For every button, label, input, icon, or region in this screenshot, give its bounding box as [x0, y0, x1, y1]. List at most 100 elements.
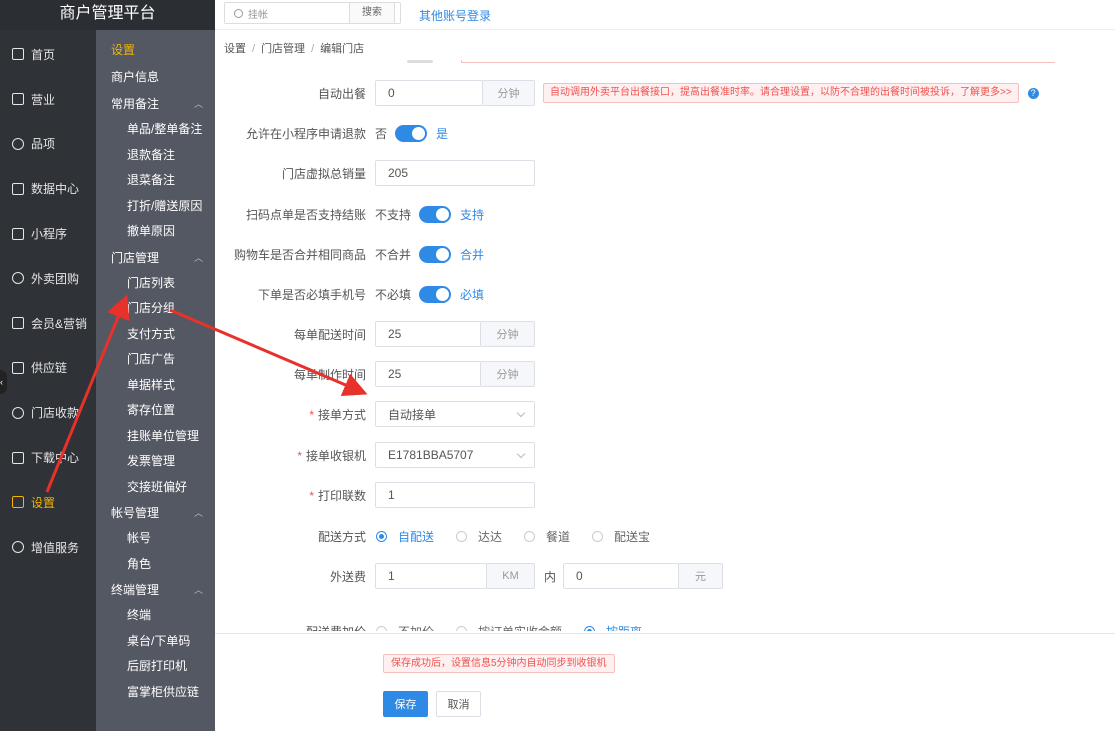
breadcrumb-item[interactable]: 设置: [224, 43, 246, 55]
accept-cashier-value: E1781BBA5707: [388, 448, 474, 462]
truck-icon: [12, 361, 24, 374]
save-button[interactable]: 保存: [383, 691, 428, 717]
sub-nav-item[interactable]: 帐号: [96, 526, 215, 552]
other-account-login-link[interactable]: 其他账号登录: [419, 7, 491, 24]
sub-nav-item[interactable]: 单品/整单备注: [96, 117, 215, 143]
cancel-button[interactable]: 取消: [436, 691, 481, 717]
radio-dot[interactable]: [456, 625, 468, 631]
gear-icon: [12, 496, 24, 509]
sub-nav-item[interactable]: 门店分组: [96, 296, 215, 322]
collapse-icon[interactable]: ‹: [0, 370, 7, 394]
sub-nav-item[interactable]: 单据样式: [96, 373, 215, 399]
calendar-icon: [12, 93, 24, 106]
virtual-sales-input[interactable]: 205: [375, 160, 535, 186]
auto-serve-unit: 分钟: [483, 80, 535, 106]
radio-dot[interactable]: [524, 530, 536, 542]
sub-nav-item[interactable]: 打折/赠送原因: [96, 194, 215, 220]
phone-required-off-label: 不必填: [375, 287, 412, 302]
sub-nav-item[interactable]: 角色: [96, 552, 215, 578]
merge-cart-off-label: 不合并: [375, 247, 412, 262]
sub-nav-merchant-info[interactable]: 商户信息: [96, 63, 215, 91]
nav-item[interactable]: 会员&营销: [0, 301, 96, 346]
scan-checkout-switch[interactable]: 不支持 支持: [375, 205, 484, 223]
auto-serve-input[interactable]: 0: [375, 80, 483, 106]
fee-markup-label: 配送费加价: [215, 623, 375, 632]
required-mark: *: [309, 407, 314, 422]
nav-item[interactable]: 门店收款: [0, 390, 96, 435]
auto-serve-warning[interactable]: 自动调用外卖平台出餐接口，提高出餐准时率。请合理设置，以防不合理的出餐时间被投诉…: [543, 83, 1019, 103]
radio-option[interactable]: 按订单实收金额: [456, 623, 562, 631]
sub-nav-group-title[interactable]: 常用备注 ︿: [96, 91, 215, 117]
accept-cashier-label-wrap: * 接单收银机: [215, 447, 375, 464]
sub-nav-item[interactable]: 桌台/下单码: [96, 629, 215, 655]
sub-nav-group-title[interactable]: 终端管理 ︿: [96, 577, 215, 603]
nav-item[interactable]: 供应链: [0, 346, 96, 391]
scan-checkout-label: 扫码点单是否支持结账: [245, 207, 366, 222]
nav-item-label: 会员&营销: [31, 316, 88, 331]
merge-cart-switch[interactable]: 不合并 合并: [375, 245, 484, 263]
toggle-switch[interactable]: [395, 124, 428, 142]
delivery-time-input[interactable]: 25: [375, 321, 481, 347]
radio-option[interactable]: 不加价: [376, 623, 434, 631]
toggle-switch[interactable]: [419, 205, 452, 223]
nav-item[interactable]: 下载中心: [0, 435, 96, 480]
nav-item[interactable]: 数据中心: [0, 166, 96, 211]
radio-dot[interactable]: [376, 625, 387, 631]
sub-nav-item[interactable]: 门店广告: [96, 347, 215, 373]
nav-item[interactable]: 首页: [0, 32, 96, 77]
radio-option[interactable]: 配送宝: [592, 528, 650, 545]
sub-nav-item[interactable]: 撤单原因: [96, 219, 215, 245]
radio-dot[interactable]: [376, 530, 387, 542]
nav-item-label: 供应链: [31, 361, 68, 376]
sub-nav-item[interactable]: 后厨打印机: [96, 654, 215, 680]
sub-nav-item[interactable]: 门店列表: [96, 271, 215, 297]
merge-cart-row: 购物车是否合并相同商品 不合并 合并: [215, 241, 1115, 267]
accept-cashier-label: 接单收银机: [305, 448, 366, 463]
breadcrumb-item[interactable]: 门店管理: [261, 43, 305, 55]
accept-mode-select[interactable]: 自动接单: [375, 401, 535, 427]
phone-required-switch[interactable]: 不必填 必填: [375, 285, 484, 303]
sub-nav-item[interactable]: 寄存位置: [96, 398, 215, 424]
sub-nav-item[interactable]: 富掌柜供应链: [96, 680, 215, 706]
radio-option[interactable]: 按距离: [584, 623, 642, 632]
radio-option[interactable]: 餐道: [524, 528, 570, 545]
search-button[interactable]: 搜索: [349, 2, 395, 24]
delivery-distance-input[interactable]: 1: [375, 563, 487, 589]
toggle-switch[interactable]: [419, 285, 452, 303]
print-copies-input[interactable]: 1: [375, 482, 535, 508]
sub-nav-item[interactable]: 终端: [96, 603, 215, 629]
sub-nav-item[interactable]: 挂账单位管理: [96, 424, 215, 450]
radio-option[interactable]: 自配送: [376, 528, 434, 545]
sub-nav-item[interactable]: 交接班偏好: [96, 475, 215, 501]
help-icon[interactable]: ?: [1027, 87, 1039, 99]
sub-nav-group-title[interactable]: 帐号管理 ︿: [96, 500, 215, 526]
nav-item[interactable]: 品项: [0, 122, 96, 167]
search-input[interactable]: [248, 7, 328, 19]
nav-item[interactable]: 营业: [0, 77, 96, 122]
accept-cashier-select[interactable]: E1781BBA5707: [375, 442, 535, 468]
radio-dot[interactable]: [584, 625, 596, 631]
fee-markup-row: 配送费加价 不加价 按订单实收金额 按距离: [215, 618, 1115, 631]
make-time-input[interactable]: 25: [375, 361, 481, 387]
nav-item[interactable]: 外卖团购: [0, 256, 96, 301]
nav-item[interactable]: 增值服务: [0, 525, 96, 570]
nav-item[interactable]: 小程序: [0, 211, 96, 256]
refund-on-label: 是: [436, 126, 449, 141]
delivery-fee-input[interactable]: 0: [563, 563, 680, 589]
sub-nav-group-title[interactable]: 门店管理 ︿: [96, 245, 215, 271]
sub-nav-item[interactable]: 退款备注: [96, 143, 215, 169]
radio-dot[interactable]: [456, 530, 468, 542]
sub-nav-item[interactable]: 退菜备注: [96, 168, 215, 194]
top-bar: 搜索 其他账号登录: [215, 0, 1115, 30]
toggle-switch[interactable]: [419, 245, 452, 263]
sub-nav-item[interactable]: 支付方式: [96, 322, 215, 348]
nav-item[interactable]: 设置: [0, 480, 96, 525]
refund-switch[interactable]: 否 是: [375, 124, 449, 142]
sub-nav-group-label: 帐号管理: [111, 506, 160, 520]
sub-nav-item[interactable]: 发票管理: [96, 449, 215, 475]
make-time-label: 每单制作时间: [293, 367, 366, 382]
radio-option[interactable]: 达达: [456, 528, 502, 545]
radio-dot[interactable]: [592, 530, 604, 542]
radio-label: 按距离: [606, 623, 642, 632]
virtual-sales-row: 门店虚拟总销量 205: [215, 160, 1115, 186]
